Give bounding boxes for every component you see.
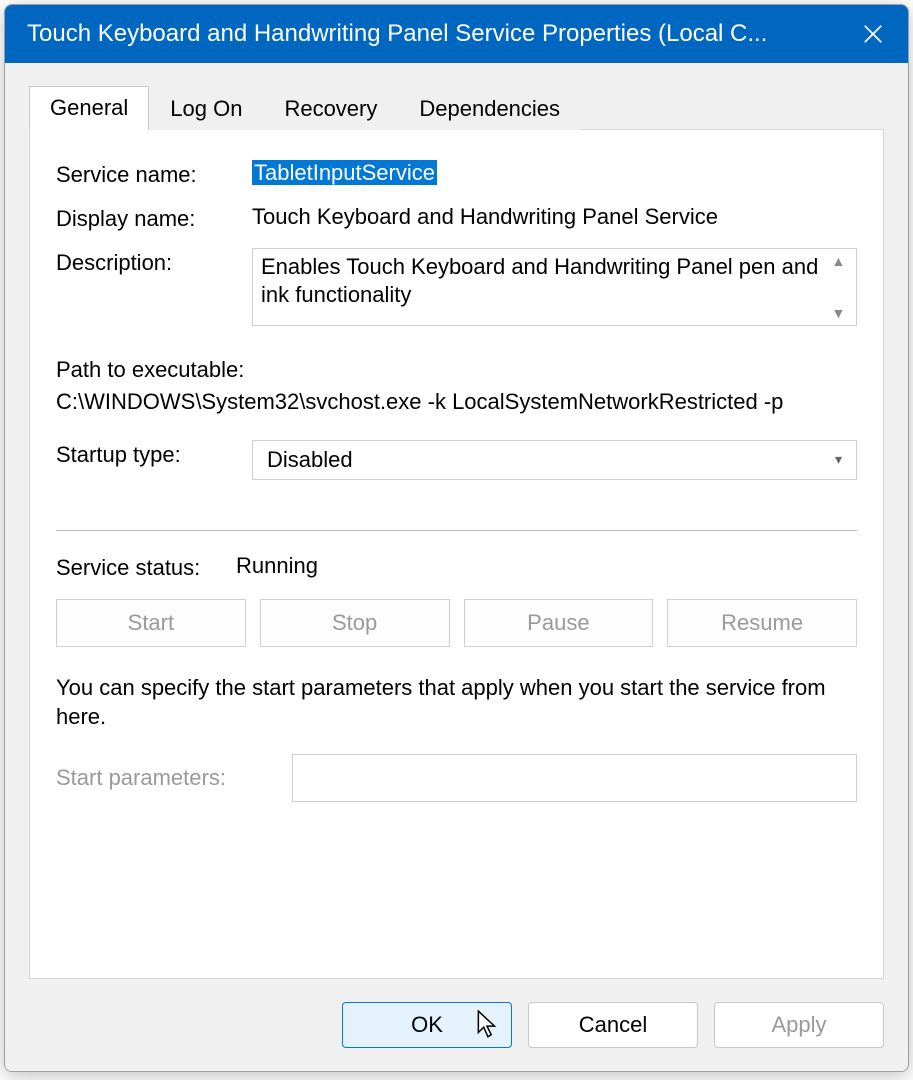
service-properties-dialog: Touch Keyboard and Handwriting Panel Ser… bbox=[4, 4, 909, 1072]
chevron-down-icon: ▾ bbox=[835, 451, 842, 468]
close-button[interactable] bbox=[838, 5, 908, 63]
pause-button[interactable]: Pause bbox=[464, 599, 654, 647]
close-icon bbox=[862, 23, 884, 45]
service-control-buttons: Start Stop Pause Resume bbox=[56, 599, 857, 647]
startup-type-value: Disabled bbox=[267, 447, 353, 473]
service-status-label: Service status: bbox=[56, 553, 236, 581]
description-label: Description: bbox=[56, 248, 252, 276]
dialog-footer: OK Cancel Apply bbox=[5, 979, 908, 1071]
display-name-label: Display name: bbox=[56, 204, 252, 232]
window-title: Touch Keyboard and Handwriting Panel Ser… bbox=[27, 20, 838, 48]
stop-button[interactable]: Stop bbox=[260, 599, 450, 647]
resume-button[interactable]: Resume bbox=[667, 599, 857, 647]
display-name-value: Touch Keyboard and Handwriting Panel Ser… bbox=[252, 204, 857, 230]
service-status-value: Running bbox=[236, 553, 857, 579]
start-params-input[interactable] bbox=[292, 754, 857, 802]
startup-type-label: Startup type: bbox=[56, 440, 252, 468]
scroll-down-icon[interactable]: ▼ bbox=[832, 305, 846, 321]
service-name-value[interactable]: TabletInputService bbox=[252, 160, 857, 186]
startup-type-select[interactable]: Disabled ▾ bbox=[252, 440, 857, 480]
client-area: General Log On Recovery Dependencies Ser… bbox=[5, 63, 908, 979]
description-text[interactable]: Enables Touch Keyboard and Handwriting P… bbox=[261, 253, 829, 321]
description-box: Enables Touch Keyboard and Handwriting P… bbox=[252, 248, 857, 326]
tab-logon[interactable]: Log On bbox=[149, 87, 263, 130]
path-block: Path to executable: C:\WINDOWS\System32\… bbox=[56, 354, 857, 418]
scroll-up-icon[interactable]: ▲ bbox=[832, 253, 846, 269]
start-button[interactable]: Start bbox=[56, 599, 246, 647]
divider bbox=[56, 530, 857, 531]
path-label: Path to executable: bbox=[56, 354, 857, 386]
ok-button[interactable]: OK bbox=[342, 1002, 512, 1048]
tab-recovery[interactable]: Recovery bbox=[263, 87, 398, 130]
start-params-label: Start parameters: bbox=[56, 765, 252, 791]
tab-strip: General Log On Recovery Dependencies bbox=[29, 85, 884, 129]
path-value: C:\WINDOWS\System32\svchost.exe -k Local… bbox=[56, 386, 857, 418]
apply-button[interactable]: Apply bbox=[714, 1002, 884, 1048]
service-name-label: Service name: bbox=[56, 160, 252, 188]
tabpanel-general: Service name: TabletInputService Display… bbox=[29, 129, 884, 979]
tab-general[interactable]: General bbox=[29, 86, 149, 130]
description-scrollbar[interactable]: ▲ ▼ bbox=[829, 253, 848, 321]
cancel-button[interactable]: Cancel bbox=[528, 1002, 698, 1048]
tab-dependencies[interactable]: Dependencies bbox=[398, 87, 581, 130]
start-params-hint: You can specify the start parameters tha… bbox=[56, 673, 857, 732]
service-name-selected-text: TabletInputService bbox=[252, 160, 437, 185]
titlebar: Touch Keyboard and Handwriting Panel Ser… bbox=[5, 5, 908, 63]
